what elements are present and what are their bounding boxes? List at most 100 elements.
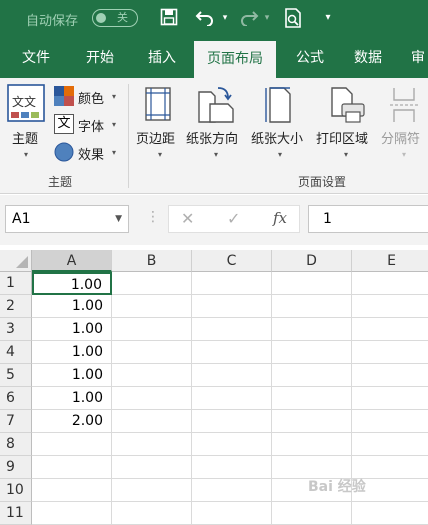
table-cell[interactable]: 1.00 (32, 364, 112, 387)
print-area-dropdown-icon[interactable]: ▾ (344, 150, 348, 159)
table-cell[interactable] (352, 295, 428, 318)
active-cell[interactable]: 1.00 (32, 272, 112, 295)
table-cell[interactable] (272, 433, 352, 456)
tab-file[interactable]: 文件 (8, 38, 64, 78)
table-cell[interactable] (272, 502, 352, 525)
customize-icon[interactable]: ▾ (322, 8, 334, 28)
name-box[interactable]: A1 ▼ (5, 205, 129, 233)
table-cell[interactable] (32, 456, 112, 479)
row-header[interactable]: 10 (0, 479, 32, 502)
enter-icon[interactable]: ✓ (227, 209, 240, 228)
row-header[interactable]: 6 (0, 387, 32, 410)
tab-page-layout[interactable]: 页面布局 (194, 41, 276, 78)
colors-icon[interactable] (54, 86, 74, 106)
table-cell[interactable] (112, 318, 192, 341)
table-cell[interactable] (272, 295, 352, 318)
table-cell[interactable] (112, 433, 192, 456)
table-cell[interactable] (352, 364, 428, 387)
table-cell[interactable] (192, 456, 272, 479)
table-cell[interactable] (352, 433, 428, 456)
table-cell[interactable] (32, 502, 112, 525)
tab-data[interactable]: 数据 (340, 38, 396, 78)
table-cell[interactable] (352, 341, 428, 364)
colors-label[interactable]: 颜色 (78, 88, 104, 107)
fonts-icon[interactable]: 文 (54, 114, 74, 134)
row-header[interactable]: 5 (0, 364, 32, 387)
table-cell[interactable] (32, 433, 112, 456)
effects-dropdown-icon[interactable]: ▾ (112, 148, 116, 157)
themes-dropdown-icon[interactable]: ▾ (24, 150, 28, 159)
table-cell[interactable] (192, 295, 272, 318)
table-cell[interactable]: 2.00 (32, 410, 112, 433)
table-cell[interactable] (112, 272, 192, 295)
column-header-c[interactable]: C (192, 250, 272, 272)
effects-label[interactable]: 效果 (78, 144, 104, 163)
insert-function-icon[interactable]: fx (273, 209, 287, 227)
table-cell[interactable] (272, 364, 352, 387)
table-cell[interactable] (272, 318, 352, 341)
table-cell[interactable] (352, 502, 428, 525)
table-cell[interactable] (272, 410, 352, 433)
tab-home[interactable]: 开始 (72, 38, 128, 78)
table-cell[interactable] (192, 502, 272, 525)
table-cell[interactable] (192, 433, 272, 456)
table-cell[interactable] (352, 387, 428, 410)
table-cell[interactable] (192, 364, 272, 387)
table-cell[interactable] (192, 387, 272, 410)
undo-icon[interactable] (194, 8, 216, 28)
fonts-label[interactable]: 字体 (78, 116, 104, 135)
row-header[interactable]: 1 (0, 272, 32, 295)
margins-dropdown-icon[interactable]: ▾ (158, 150, 162, 159)
tab-review[interactable]: 审 (404, 38, 428, 78)
autosave-toggle[interactable]: 关 (92, 9, 138, 27)
select-all-button[interactable] (0, 250, 32, 272)
table-cell[interactable] (272, 387, 352, 410)
row-header[interactable]: 11 (0, 502, 32, 525)
breaks-label[interactable]: 分隔符 (381, 128, 420, 147)
formula-bar-grip-icon[interactable]: ⋮ (146, 209, 160, 225)
table-cell[interactable]: 1.00 (32, 295, 112, 318)
undo-dropdown-icon[interactable]: ▾ (220, 8, 230, 28)
tab-insert[interactable]: 插入 (134, 38, 190, 78)
size-dropdown-icon[interactable]: ▾ (278, 150, 282, 159)
formula-input[interactable]: 1 (308, 205, 428, 233)
table-cell[interactable] (112, 456, 192, 479)
row-header[interactable]: 7 (0, 410, 32, 433)
table-cell[interactable] (112, 341, 192, 364)
table-cell[interactable] (192, 318, 272, 341)
row-header[interactable]: 2 (0, 295, 32, 318)
print-area-icon[interactable] (328, 86, 368, 124)
table-cell[interactable] (192, 341, 272, 364)
effects-icon[interactable] (54, 142, 74, 162)
table-cell[interactable] (192, 410, 272, 433)
breaks-icon[interactable] (390, 86, 420, 124)
table-cell[interactable] (112, 502, 192, 525)
table-cell[interactable] (32, 479, 112, 502)
column-header-a[interactable]: A (32, 250, 112, 272)
column-header-d[interactable]: D (272, 250, 352, 272)
margins-icon[interactable] (144, 86, 174, 122)
redo-icon[interactable] (238, 8, 260, 28)
column-header-b[interactable]: B (112, 250, 192, 272)
table-cell[interactable] (272, 341, 352, 364)
row-header[interactable]: 9 (0, 456, 32, 479)
table-cell[interactable] (112, 410, 192, 433)
cancel-icon[interactable]: ✕ (181, 209, 194, 228)
print-preview-icon[interactable] (282, 8, 304, 28)
table-cell[interactable] (272, 272, 352, 295)
table-cell[interactable] (192, 479, 272, 502)
table-cell[interactable] (112, 295, 192, 318)
table-cell[interactable]: 1.00 (32, 318, 112, 341)
table-cell[interactable] (112, 364, 192, 387)
orientation-icon[interactable] (196, 84, 236, 124)
table-cell[interactable] (112, 479, 192, 502)
fonts-dropdown-icon[interactable]: ▾ (112, 120, 116, 129)
save-icon[interactable] (158, 8, 180, 28)
colors-dropdown-icon[interactable]: ▾ (112, 92, 116, 101)
table-cell[interactable] (352, 410, 428, 433)
themes-button[interactable]: 文文 (7, 84, 45, 122)
row-header[interactable]: 8 (0, 433, 32, 456)
table-cell[interactable] (352, 318, 428, 341)
tab-formulas[interactable]: 公式 (282, 38, 338, 78)
table-cell[interactable]: 1.00 (32, 341, 112, 364)
